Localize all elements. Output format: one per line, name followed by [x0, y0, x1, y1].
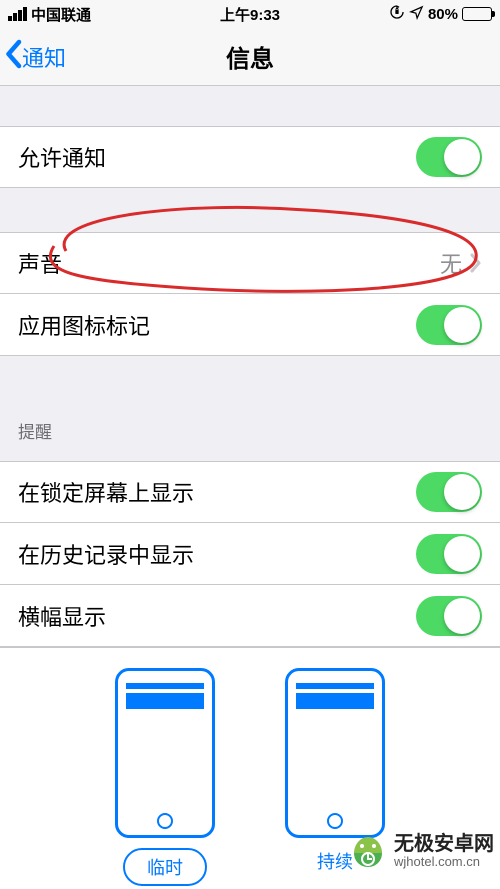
row-banner-show[interactable]: 横幅显示	[0, 585, 500, 647]
status-bar: 中国联通 上午9:33 80%	[0, 0, 500, 28]
orientation-lock-icon	[389, 4, 405, 24]
location-icon	[409, 5, 424, 24]
signal-icon	[8, 7, 27, 21]
row-label: 应用图标标记	[18, 309, 150, 341]
battery-icon	[462, 7, 492, 21]
toggle-banner[interactable]	[416, 596, 482, 636]
carrier-label: 中国联通	[31, 4, 91, 25]
phone-illustration-icon	[285, 668, 385, 838]
row-label: 横幅显示	[18, 600, 106, 632]
row-show-in-history[interactable]: 在历史记录中显示	[0, 523, 500, 585]
nav-bar: 通知 信息	[0, 28, 500, 86]
row-label: 在历史记录中显示	[18, 538, 194, 570]
battery-pct: 80%	[428, 6, 458, 23]
row-badge-app-icon[interactable]: 应用图标标记	[0, 294, 500, 356]
row-allow-notifications[interactable]: 允许通知	[0, 126, 500, 188]
row-label: 声音	[18, 247, 62, 279]
toggle-badge[interactable]	[416, 305, 482, 345]
watermark-title: 无极安卓网	[394, 833, 494, 855]
toggle-history[interactable]	[416, 534, 482, 574]
page-title: 信息	[226, 39, 274, 74]
row-sound[interactable]: 声音 无	[0, 232, 500, 294]
back-label: 通知	[22, 41, 66, 73]
watermark: 无极安卓网 wjhotel.com.cn	[348, 831, 494, 871]
clock: 上午9:33	[220, 4, 280, 25]
banner-style-temporary[interactable]: 临时	[115, 668, 215, 886]
banner-style-temporary-label: 临时	[123, 848, 207, 886]
phone-illustration-icon	[115, 668, 215, 838]
chevron-right-icon	[470, 253, 482, 273]
toggle-allow-notifications[interactable]	[416, 137, 482, 177]
toggle-lockscreen[interactable]	[416, 472, 482, 512]
android-logo-icon	[348, 831, 388, 871]
back-button[interactable]: 通知	[0, 39, 66, 75]
row-label: 在锁定屏幕上显示	[18, 476, 194, 508]
row-label: 允许通知	[18, 141, 106, 173]
row-show-on-lockscreen[interactable]: 在锁定屏幕上显示	[0, 461, 500, 523]
row-value: 无	[440, 247, 462, 279]
chevron-left-icon	[4, 39, 22, 75]
section-header-alerts: 提醒	[0, 408, 500, 453]
watermark-url: wjhotel.com.cn	[394, 855, 494, 869]
